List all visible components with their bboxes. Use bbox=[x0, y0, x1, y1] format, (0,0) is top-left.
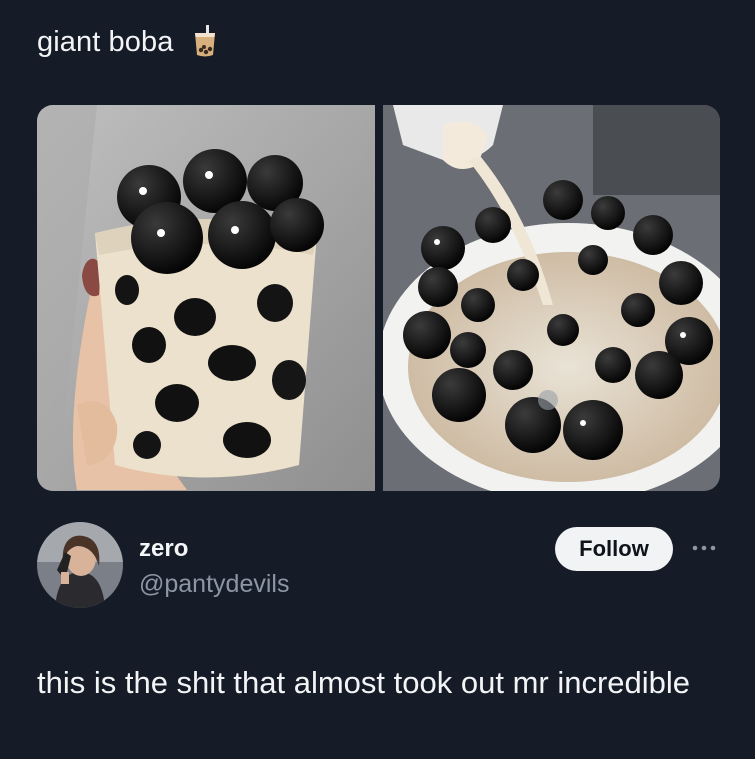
handle[interactable]: @pantydevils bbox=[139, 570, 289, 599]
boba-pouring-milk-photo[interactable] bbox=[382, 105, 721, 491]
avatar[interactable] bbox=[37, 522, 123, 608]
author-row: zero @pantydevils Follow bbox=[37, 522, 720, 612]
quoted-post-text: giant boba bbox=[37, 24, 218, 66]
display-name[interactable]: zero bbox=[139, 535, 188, 563]
follow-button[interactable]: Follow bbox=[555, 527, 673, 571]
post-text: this is the shit that almost took out mr… bbox=[37, 665, 691, 700]
boba-cup-photo[interactable] bbox=[37, 105, 375, 491]
media-grid bbox=[37, 105, 720, 491]
quoted-post-label: giant boba bbox=[37, 26, 174, 58]
bubble-tea-icon bbox=[192, 25, 218, 66]
more-horizontal-icon[interactable] bbox=[689, 536, 719, 560]
